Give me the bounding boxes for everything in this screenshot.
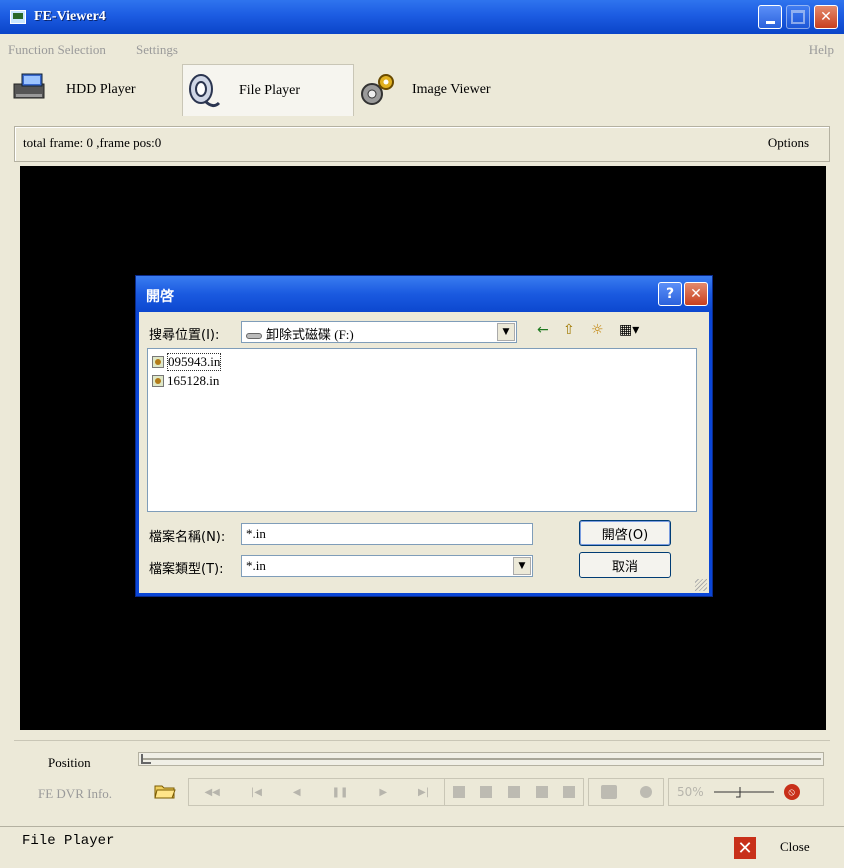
reverse-play-button[interactable]: ◀ — [293, 787, 301, 798]
dialog-title: 開啓 — [146, 289, 174, 305]
help-button[interactable]: ? — [658, 282, 682, 306]
status-bar: File Player ✕ Close — [0, 826, 844, 868]
media-file-icon — [152, 375, 164, 387]
volume-slider[interactable] — [712, 784, 776, 800]
snapshot-button[interactable] — [600, 785, 617, 799]
minimize-button[interactable] — [758, 5, 782, 29]
channel-group — [444, 778, 584, 806]
gears-icon — [356, 70, 396, 110]
film-reel-icon — [183, 71, 223, 111]
frame-info-bar: total frame: 0 ,frame pos:0 Options — [14, 126, 830, 162]
position-label: Position — [48, 755, 91, 770]
frame-info-text: total frame: 0 ,frame pos:0 — [23, 135, 162, 150]
options-button[interactable]: Options — [768, 135, 809, 151]
cancel-button[interactable]: 取消 — [579, 552, 671, 578]
file-item[interactable]: 095943.in — [152, 353, 222, 371]
capture-group — [588, 778, 664, 806]
dialog-close-button[interactable]: ✕ — [684, 282, 708, 306]
up-folder-icon[interactable]: ⇧ — [563, 322, 575, 338]
close-button[interactable]: Close — [780, 839, 810, 855]
mode-hdd-player[interactable]: HDD Player — [10, 64, 180, 116]
menu-function-selection[interactable]: Function Selection — [8, 42, 106, 58]
resize-grip[interactable] — [695, 579, 707, 591]
volume-value: 50% — [677, 785, 704, 799]
volume-group: 50% ⦸ — [668, 778, 824, 806]
pause-button[interactable]: ❚❚ — [332, 787, 349, 798]
back-icon[interactable]: ← — [537, 322, 549, 338]
filetype-value: *.in — [246, 558, 266, 573]
app-icon — [10, 10, 26, 24]
window-title-bar: FE-Viewer4 ✕ — [0, 0, 844, 34]
menu-bar: Function Selection Settings Help — [0, 40, 844, 62]
drive-icon — [246, 333, 262, 340]
filetype-dropdown[interactable]: *.in ▼ — [241, 555, 533, 577]
look-in-label: 搜尋位置(I): — [149, 328, 220, 343]
media-file-icon — [152, 356, 164, 368]
previous-frame-button[interactable]: |◀ — [251, 787, 262, 798]
position-slider-thumb[interactable] — [141, 754, 151, 764]
file-item[interactable]: 165128.in — [152, 373, 219, 389]
filename-input[interactable]: *.in — [241, 523, 533, 545]
mode-file-player[interactable]: File Player — [182, 64, 354, 116]
open-file-dialog: 開啓 ? ✕ 搜尋位置(I): 卸除式磁碟 (F:) ▼ ← ⇧ ☼ ▦▾ 09… — [136, 276, 712, 596]
mode-hdd-player-label: HDD Player — [66, 82, 136, 97]
channel-5-button[interactable] — [563, 786, 576, 798]
channel-4-button[interactable] — [535, 786, 548, 798]
dvr-info-button[interactable]: FE DVR Info. — [38, 786, 112, 802]
mute-icon[interactable]: ⦸ — [783, 784, 800, 800]
filetype-label: 檔案類型(T): — [149, 562, 224, 577]
open-folder-icon[interactable] — [154, 782, 176, 800]
menu-help[interactable]: Help — [809, 42, 834, 58]
mode-image-viewer-label: Image Viewer — [412, 82, 491, 97]
open-button[interactable]: 開啓(O) — [579, 520, 671, 546]
playback-controls: FE DVR Info. ◀◀ |◀ ◀ ❚❚ ▶ ▶| ▶▶ 50% ⦸ — [14, 774, 830, 814]
file-name: 165128.in — [167, 373, 220, 388]
channel-2-button[interactable] — [480, 786, 493, 798]
window-buttons: ✕ — [758, 5, 838, 29]
status-text: File Player — [22, 833, 115, 849]
filename-label: 檔案名稱(N): — [149, 530, 226, 545]
position-slider[interactable] — [138, 752, 824, 766]
new-folder-icon[interactable]: ☼ — [591, 322, 604, 338]
next-frame-button[interactable]: ▶| — [418, 787, 429, 798]
chevron-down-icon[interactable]: ▼ — [513, 557, 531, 575]
look-in-text: 卸除式磁碟 (F:) — [266, 327, 354, 342]
mode-image-viewer[interactable]: Image Viewer — [356, 64, 526, 116]
dialog-title-bar: 開啓 ? ✕ — [136, 276, 712, 312]
hdd-player-icon — [10, 70, 50, 110]
dialog-window-buttons: ? ✕ — [658, 282, 708, 306]
look-in-dropdown[interactable]: 卸除式磁碟 (F:) ▼ — [241, 321, 517, 343]
channel-3-button[interactable] — [507, 786, 520, 798]
record-button[interactable] — [639, 786, 652, 798]
chevron-down-icon[interactable]: ▼ — [497, 323, 515, 341]
look-in-value: 卸除式磁碟 (F:) — [246, 324, 354, 343]
file-list[interactable]: 095943.in 165128.in — [147, 348, 697, 512]
close-window-button[interactable]: ✕ — [814, 5, 838, 29]
menu-settings[interactable]: Settings — [136, 42, 178, 58]
window-title: FE-Viewer4 — [34, 9, 106, 24]
play-button[interactable]: ▶ — [379, 787, 387, 798]
views-menu-icon[interactable]: ▦▾ — [619, 322, 639, 338]
mode-toolbar: HDD Player File Player Image Viewer — [0, 62, 844, 118]
maximize-button[interactable] — [786, 5, 810, 29]
close-icon[interactable]: ✕ — [734, 837, 756, 859]
channel-1-button[interactable] — [452, 786, 465, 798]
fast-rewind-button[interactable]: ◀◀ — [204, 787, 219, 798]
mode-file-player-label: File Player — [239, 82, 301, 98]
file-name: 095943.in — [167, 353, 222, 371]
